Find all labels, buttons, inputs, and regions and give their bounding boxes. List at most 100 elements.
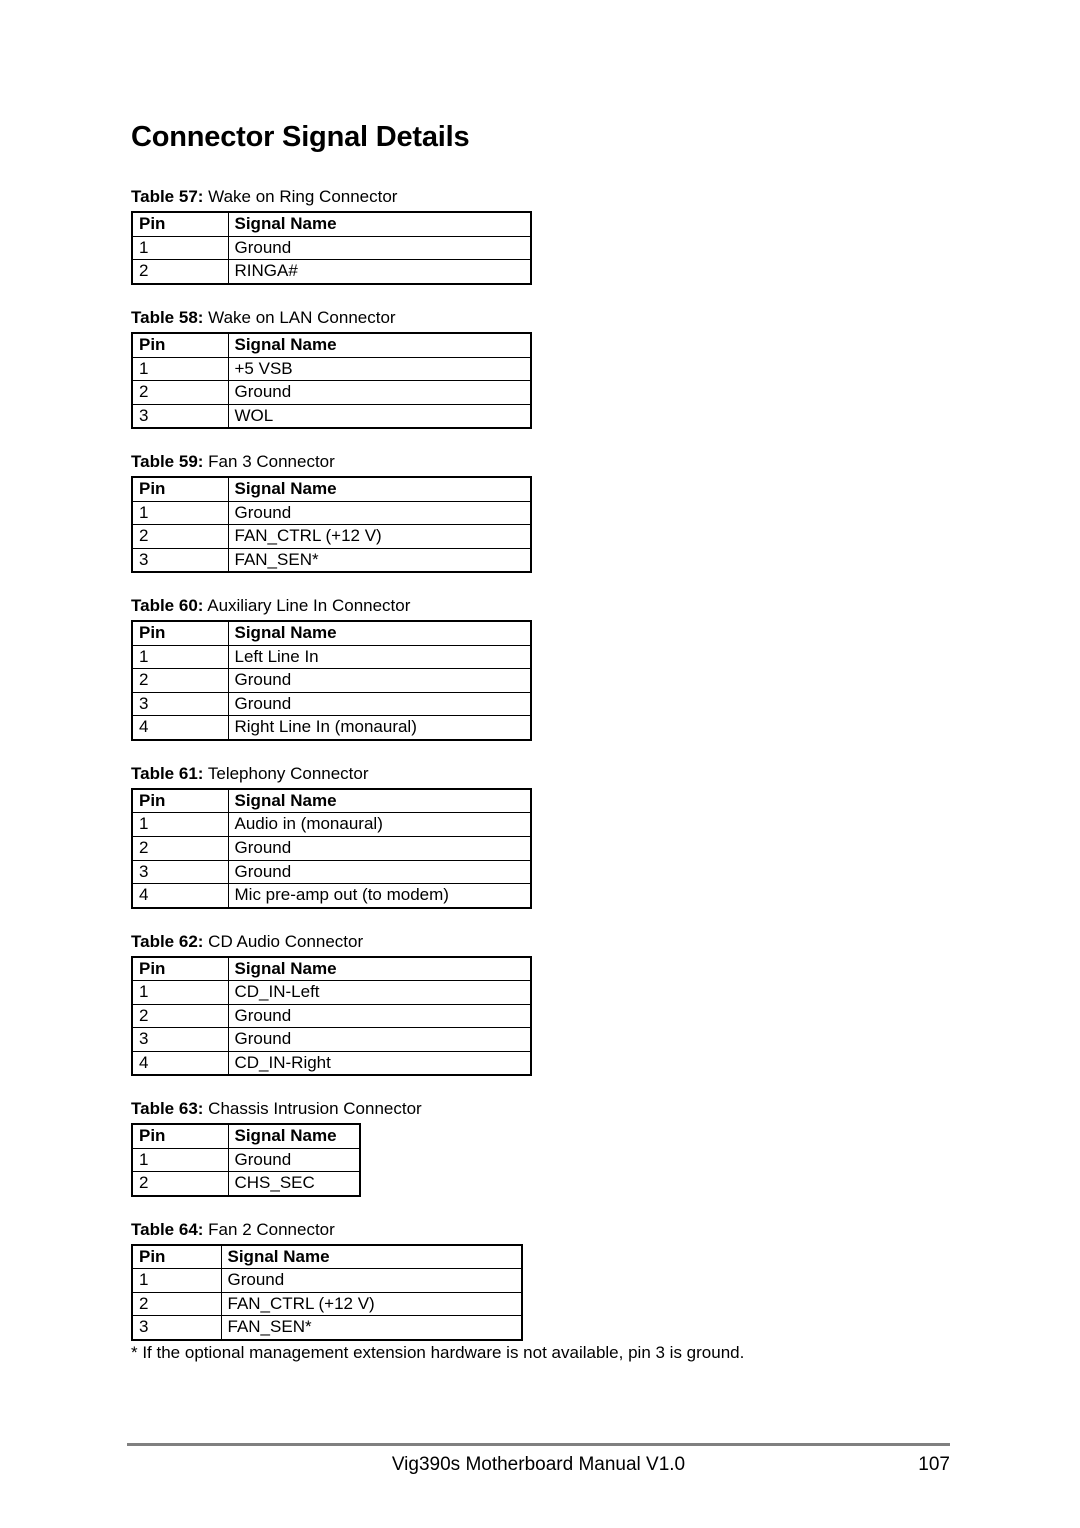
pin-signal-table: Pin Signal Name 1 Ground 2 FAN_CTRL (+12 V) 3 F…: [131, 476, 532, 574]
table-header-row: Pin Signal Name: [131, 788, 532, 814]
cell-signal-name: Ground: [227, 500, 532, 526]
cell-signal-name: Mic pre-amp out (to modem): [227, 883, 532, 909]
table-caption: Table 62: CD Audio Connector: [131, 931, 961, 954]
column-header-signal-name: Signal Name: [227, 476, 532, 502]
cell-signal-name: Ground: [227, 668, 532, 693]
pin-signal-table: Pin Signal Name 1 Ground 2 CHS_SEC: [131, 1123, 361, 1197]
cell-signal-name: Ground: [227, 1003, 532, 1029]
table-row: 1 Ground: [131, 1147, 361, 1173]
table-row: 3 FAN_SEN*: [131, 547, 532, 573]
column-header-pin: Pin: [131, 1244, 222, 1270]
cell-signal-name: +5 VSB: [227, 356, 532, 382]
table-caption: Table 60: Auxiliary Line In Connector: [131, 595, 961, 618]
table-caption-number: Table 58:: [131, 308, 204, 328]
table-row: 1 Ground: [131, 1268, 523, 1293]
table-row: 1 Ground: [131, 500, 532, 526]
column-header-signal-name: Signal Name: [227, 956, 532, 982]
cell-pin: 1: [131, 812, 229, 837]
column-header-pin: Pin: [131, 476, 229, 502]
cell-signal-name: FAN_CTRL (+12 V): [227, 524, 532, 549]
table-row: 1 CD_IN-Left: [131, 980, 532, 1005]
cell-pin: 3: [131, 1315, 222, 1341]
cell-pin: 1: [131, 644, 229, 670]
table-caption-number: Table 64:: [131, 1219, 204, 1239]
column-header-signal-name: Signal Name: [227, 788, 532, 814]
table-header-row: Pin Signal Name: [131, 956, 532, 982]
page-title: Connector Signal Details: [131, 121, 470, 153]
table-caption-number: Table 59:: [131, 452, 204, 472]
table-block: Table 60: Auxiliary Line In Connector Pin…: [131, 595, 961, 741]
pin-signal-table: Pin Signal Name 1 Ground 2 FAN_CTRL (+12 V) 3 F…: [131, 1243, 523, 1341]
cell-signal-name: Ground: [227, 380, 532, 405]
table-caption: Table 64: Fan 2 Connector: [131, 1219, 961, 1242]
cell-pin: 2: [131, 380, 229, 405]
cell-pin: 3: [131, 859, 229, 885]
cell-pin: 2: [131, 1291, 222, 1317]
manual-title: Vig390s Motherboard Manual V1.0: [391, 1454, 686, 1475]
table-caption-number: Table 63:: [131, 1099, 204, 1119]
cell-pin: 4: [131, 1050, 229, 1076]
table-caption: Table 63: Chassis Intrusion Connector: [131, 1098, 961, 1121]
table-row: 1 Ground: [131, 235, 532, 261]
table-caption-number: Table 57:: [131, 187, 204, 207]
cell-pin: 3: [131, 691, 229, 717]
table-caption: Table 57: Wake on Ring Connector: [131, 186, 961, 209]
cell-pin: 3: [131, 1027, 229, 1052]
cell-pin: 3: [131, 403, 229, 429]
table-row: 4 CD_IN-Right: [131, 1050, 532, 1076]
cell-signal-name: Ground: [227, 691, 532, 717]
pin-signal-table: Pin Signal Name 1 Audio in (monaural) 2 Groun…: [131, 787, 532, 909]
cell-signal-name: RINGA#: [227, 259, 532, 285]
table-caption-number: Table 61:: [131, 763, 204, 783]
cell-pin: 1: [131, 356, 229, 382]
table-caption-title: Telephony Connector: [207, 763, 369, 783]
cell-pin: 1: [131, 1147, 229, 1173]
pin-signal-table: Pin Signal Name 1 CD_IN-Left 2 Ground 3 Ground 4…: [131, 955, 532, 1077]
cell-signal-name: CD_IN-Right: [227, 1050, 532, 1076]
table-header-row: Pin Signal Name: [131, 332, 532, 358]
table-row: 2 FAN_CTRL (+12 V): [131, 524, 532, 549]
cell-pin: 2: [131, 1171, 229, 1197]
table-caption-title: CD Audio Connector: [208, 931, 364, 951]
table-caption-title: Chassis Intrusion Connector: [208, 1099, 422, 1119]
cell-pin: 4: [131, 715, 229, 741]
table-row: 4 Mic pre-amp out (to modem): [131, 883, 532, 909]
cell-pin: 2: [131, 259, 229, 285]
column-header-pin: Pin: [131, 211, 229, 237]
cell-signal-name: Ground: [220, 1268, 523, 1293]
table-row: 2 Ground: [131, 380, 532, 405]
cell-pin: 2: [131, 524, 229, 549]
table-header-row: Pin Signal Name: [131, 476, 532, 502]
footer-divider: [127, 1443, 950, 1446]
table-block: Table 57: Wake on Ring Connector Pin Signa…: [131, 186, 961, 286]
table-caption: Table 61: Telephony Connector: [131, 763, 961, 786]
pin-signal-table: Pin Signal Name 1 +5 VSB 2 Ground 3 WOL: [131, 331, 532, 430]
cell-signal-name: Ground: [227, 835, 532, 861]
cell-signal-name: WOL: [227, 403, 532, 429]
table-block: Table 61: Telephony Connector Pin Signal N…: [131, 763, 961, 909]
cell-pin: 2: [131, 835, 229, 861]
table-header-row: Pin Signal Name: [131, 1244, 523, 1270]
table-caption-title: Wake on Ring Connector: [208, 187, 398, 207]
cell-signal-name: Ground: [227, 1147, 361, 1173]
page-footer: Vig390s Motherboard Manual V1.0 107: [127, 1443, 950, 1478]
column-header-signal-name: Signal Name: [227, 1123, 361, 1149]
column-header-signal-name: Signal Name: [220, 1244, 523, 1270]
table-row: 2 RINGA#: [131, 259, 532, 285]
footnote: * If the optional management extension h…: [131, 1342, 745, 1362]
table-caption-title: Fan 2 Connector: [208, 1219, 335, 1239]
column-header-signal-name: Signal Name: [227, 332, 532, 358]
cell-signal-name: CHS_SEC: [227, 1171, 361, 1197]
table-row: 3 WOL: [131, 403, 532, 429]
page-number: 107: [918, 1454, 950, 1475]
table-row: 3 Ground: [131, 691, 532, 717]
table-row: 2 Ground: [131, 668, 532, 693]
cell-signal-name: FAN_SEN*: [227, 547, 532, 573]
table-caption-title: Wake on LAN Connector: [208, 308, 396, 328]
table-caption-number: Table 62:: [131, 931, 204, 951]
cell-pin: 2: [131, 668, 229, 693]
table-block: Table 62: CD Audio Connector Pin Signal Na…: [131, 931, 961, 1077]
cell-pin: 4: [131, 883, 229, 909]
table-row: 1 Audio in (monaural): [131, 812, 532, 837]
cell-signal-name: Left Line In: [227, 644, 532, 670]
